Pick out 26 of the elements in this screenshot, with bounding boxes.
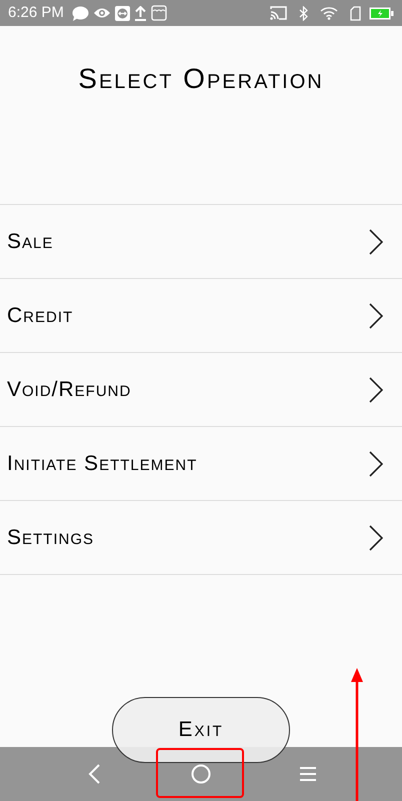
chat-bubble-icon	[72, 6, 89, 20]
chevron-right-icon	[369, 450, 383, 476]
operation-item[interactable]: Initiate Settlement	[0, 427, 402, 501]
operation-item[interactable]: Sale	[0, 205, 402, 279]
upload-icon	[134, 6, 147, 20]
eye-icon	[92, 7, 111, 19]
sim-card-icon	[350, 6, 361, 20]
back-icon[interactable]	[88, 764, 100, 784]
menu-icon[interactable]	[299, 766, 318, 782]
chevron-right-icon	[369, 302, 383, 328]
home-icon[interactable]	[190, 764, 211, 784]
chevron-right-icon	[369, 376, 383, 402]
operation-item[interactable]: Void/Refund	[0, 353, 402, 427]
status-time: 6:26 PM	[8, 2, 64, 23]
operation-item[interactable]: Settings	[0, 501, 402, 575]
bluetooth-icon	[299, 6, 308, 20]
remote-icon	[114, 6, 130, 20]
chevron-right-icon	[369, 228, 383, 254]
app-notification-icon	[150, 5, 167, 21]
wifi-icon	[320, 6, 338, 20]
cast-icon	[270, 6, 287, 20]
operation-item[interactable]: Credit	[0, 279, 402, 353]
exit-button[interactable]: Exit	[112, 697, 290, 763]
battery-icon	[369, 6, 394, 20]
chevron-right-icon	[369, 524, 383, 550]
screen-title: Select Operation	[78, 62, 324, 96]
